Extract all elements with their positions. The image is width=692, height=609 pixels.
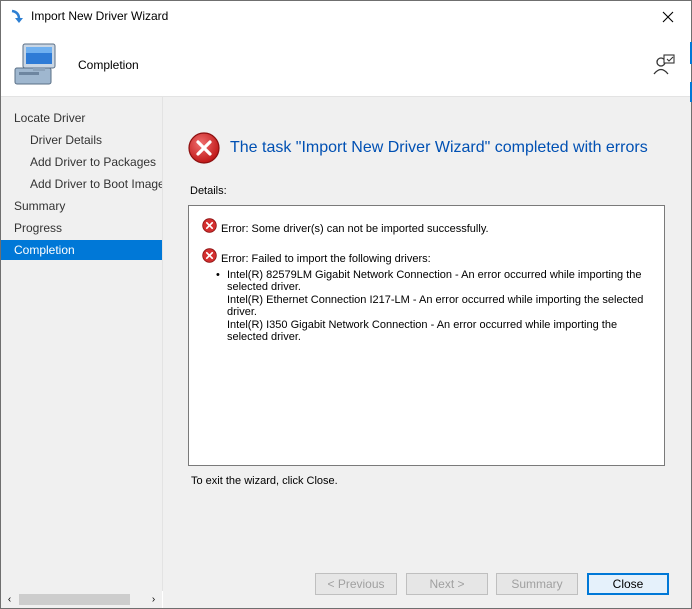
status-heading: The task "Import New Driver Wizard" comp… bbox=[230, 139, 648, 156]
nav-item-progress[interactable]: Progress bbox=[1, 218, 162, 238]
computer-icon bbox=[11, 42, 61, 90]
title-bar[interactable]: Import New Driver Wizard bbox=[1, 1, 691, 32]
previous-button[interactable]: < Previous bbox=[315, 573, 397, 595]
failed-drivers-list: • Intel(R) 82579LM Gigabit Network Conne… bbox=[216, 269, 656, 344]
summary-button[interactable]: Summary bbox=[496, 573, 578, 595]
import-arrow-icon bbox=[9, 9, 25, 25]
bullet-icon: • bbox=[216, 269, 220, 281]
nav-item-add-driver-to-packages[interactable]: Add Driver to Packages bbox=[1, 152, 162, 172]
next-button[interactable]: Next > bbox=[406, 573, 488, 595]
completion-page: The task "Import New Driver Wizard" comp… bbox=[163, 97, 691, 563]
close-window-button[interactable] bbox=[645, 1, 691, 32]
nav-item-summary[interactable]: Summary bbox=[1, 196, 162, 216]
help-person-icon[interactable] bbox=[653, 54, 675, 76]
nav-item-driver-details[interactable]: Driver Details bbox=[1, 130, 162, 150]
wizard-header: Completion bbox=[1, 32, 691, 97]
window-title: Import New Driver Wizard bbox=[31, 9, 169, 23]
close-icon bbox=[662, 11, 674, 22]
exit-instructions: To exit the wizard, click Close. bbox=[191, 475, 338, 487]
error-text: Error: Failed to import the following dr… bbox=[221, 253, 431, 265]
list-item: Intel(R) 82579LM Gigabit Network Connect… bbox=[227, 269, 656, 293]
wizard-window: Import New Driver Wizard Completion Loca… bbox=[0, 0, 692, 609]
error-icon bbox=[202, 218, 217, 233]
error-icon bbox=[202, 248, 217, 263]
error-text: Error: Some driver(s) can not be importe… bbox=[221, 223, 489, 235]
close-button[interactable]: Close bbox=[587, 573, 669, 595]
driver-error-line: Intel(R) Ethernet Connection I217-LM - A… bbox=[227, 294, 644, 306]
list-item: Intel(R) Ethernet Connection I217-LM - A… bbox=[227, 294, 656, 318]
button-bar: < Previous Next > Summary Close bbox=[163, 563, 691, 608]
list-item: Intel(R) I350 Gigabit Network Connection… bbox=[227, 319, 656, 343]
nav-item-add-driver-to-boot-images[interactable]: Add Driver to Boot Images bbox=[1, 174, 162, 194]
error-icon bbox=[187, 131, 221, 165]
driver-error-line: selected driver. bbox=[227, 331, 301, 343]
driver-error-line: Intel(R) I350 Gigabit Network Connection… bbox=[227, 319, 618, 331]
driver-error-line: selected driver. bbox=[227, 281, 301, 293]
page-title: Completion bbox=[78, 58, 139, 72]
details-label: Details: bbox=[190, 185, 227, 197]
nav-horizontal-scrollbar[interactable]: ‹ › bbox=[1, 591, 162, 608]
details-box[interactable]: Error: Some driver(s) can not be importe… bbox=[188, 205, 665, 466]
driver-error-line: driver. bbox=[227, 306, 257, 318]
scroll-right-arrow-icon[interactable]: › bbox=[145, 591, 162, 608]
driver-error-line: Intel(R) 82579LM Gigabit Network Connect… bbox=[227, 269, 642, 281]
nav-item-completion[interactable]: Completion bbox=[1, 240, 162, 260]
nav-item-locate-driver[interactable]: Locate Driver bbox=[1, 108, 162, 128]
scroll-left-arrow-icon[interactable]: ‹ bbox=[1, 591, 18, 608]
wizard-steps-nav: Locate Driver Driver Details Add Driver … bbox=[1, 97, 163, 591]
scrollbar-thumb[interactable] bbox=[19, 594, 130, 605]
